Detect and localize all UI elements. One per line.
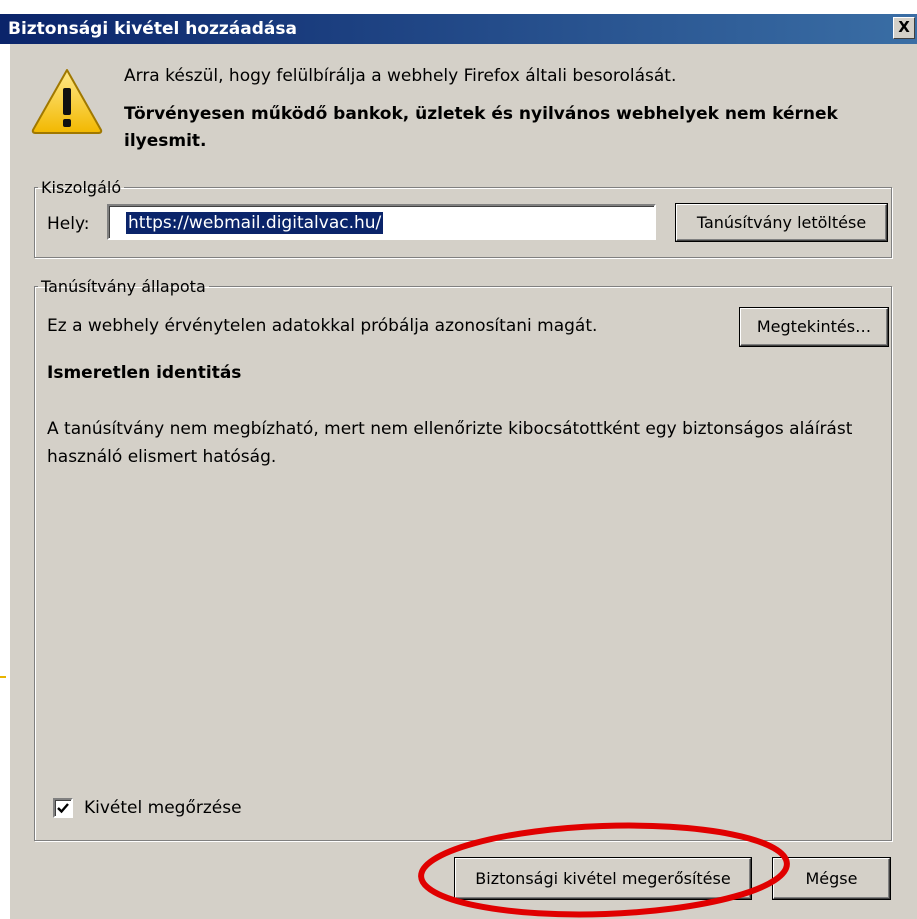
confirm-exception-button[interactable]: Biztonsági kivétel megerősítése <box>455 858 751 899</box>
location-label: Hely: <box>47 214 90 234</box>
warning-icon <box>30 66 104 141</box>
server-group-legend: Kiszolgáló <box>41 178 122 197</box>
certificate-status-text: Ez a webhely érvénytelen adatokkal próbá… <box>47 316 598 336</box>
warning-bold-message: Törvényesen működő bankok, üzletek és ny… <box>124 104 838 151</box>
certificate-status-group: Tanúsítvány állapota <box>34 277 892 841</box>
warning-message: Arra készül, hogy felülbírálja a webhely… <box>124 66 677 86</box>
get-certificate-button[interactable]: Tanúsítvány letöltése <box>676 204 887 241</box>
background-marker <box>0 676 6 678</box>
background-window-edge <box>0 44 10 919</box>
close-button[interactable]: X <box>893 17 915 39</box>
background-strip <box>0 0 917 14</box>
location-input-value: https://webmail.digitalvac.hu/ <box>126 212 384 234</box>
cancel-button[interactable]: Mégse <box>773 858 890 899</box>
dialog-title-bar[interactable]: Biztonsági kivétel hozzáadása X <box>0 14 917 44</box>
identity-heading: Ismeretlen identitás <box>47 363 242 383</box>
checkmark-icon <box>57 803 69 814</box>
permanent-exception-label[interactable]: Kivétel megőrzése <box>84 798 242 818</box>
certificate-status-legend: Tanúsítvány állapota <box>41 277 206 296</box>
dialog-title: Biztonsági kivétel hozzáadása <box>8 19 297 39</box>
certificate-explanation: A tanúsítvány nem megbízható, mert nem e… <box>47 419 853 467</box>
view-certificate-button[interactable]: Megtekintés… <box>740 308 888 346</box>
permanent-exception-checkbox[interactable] <box>53 798 73 818</box>
location-input[interactable]: https://webmail.digitalvac.hu/ <box>107 204 656 240</box>
